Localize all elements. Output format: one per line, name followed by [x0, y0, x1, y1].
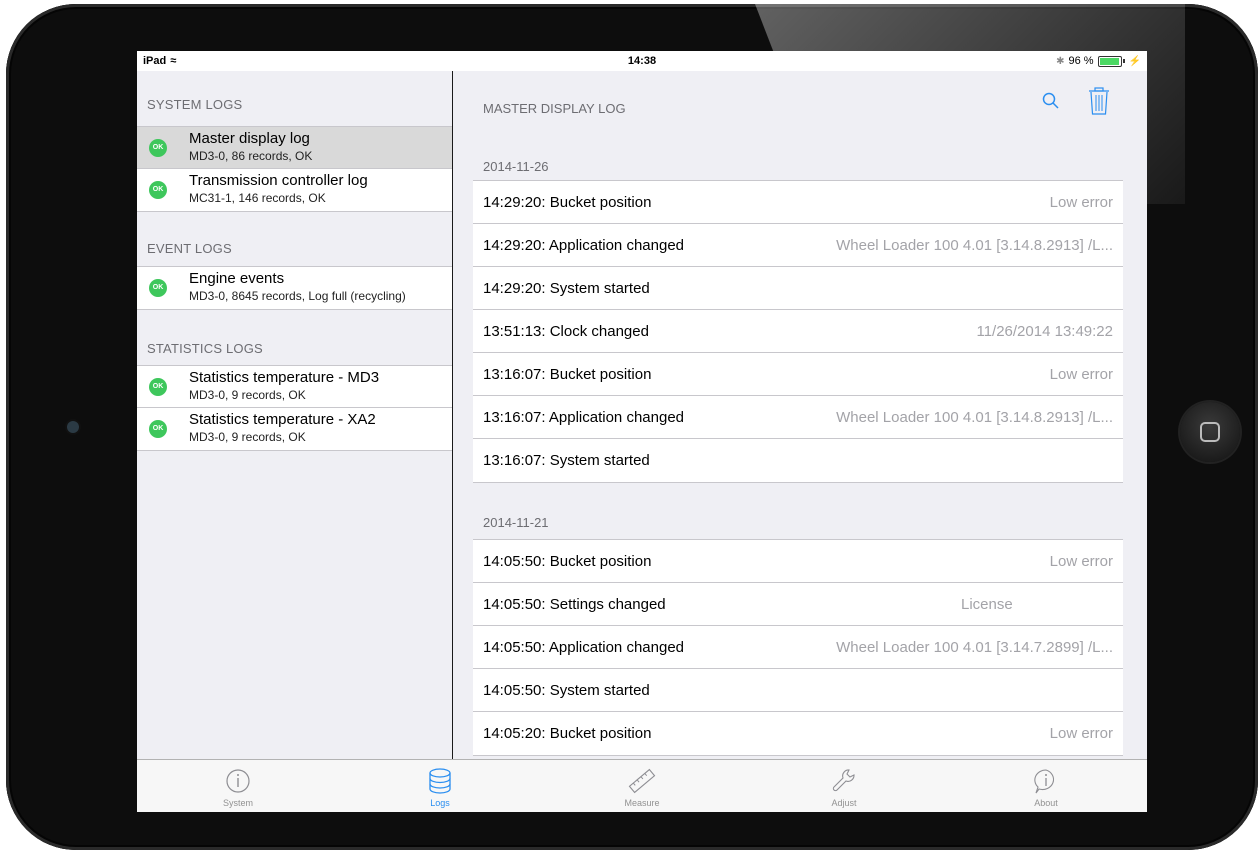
- section-header: EVENT LOGS: [147, 241, 232, 256]
- log-entry-row[interactable]: 14:05:20: Bucket position Low error: [473, 712, 1123, 755]
- tab-label: About: [1034, 798, 1058, 808]
- log-entry-value: License: [961, 596, 1013, 613]
- battery-fill: [1099, 57, 1119, 65]
- log-entry-row[interactable]: 14:29:20: Bucket position Low error: [473, 181, 1123, 224]
- bluetooth-icon: ✱: [1056, 55, 1065, 67]
- battery-icon: [1097, 55, 1122, 67]
- log-list-item[interactable]: OK Statistics temperature - XA2 MD3-0, 9 r…: [137, 408, 452, 450]
- detail-pane: MASTER DISPLAY LOG 2014-11-26 14:29:20: B…: [453, 71, 1147, 759]
- ruler-icon: [628, 768, 656, 794]
- log-entry-value: Wheel Loader 100 4.01 [3.14.7.2899] /L..…: [836, 639, 1113, 656]
- log-title: Engine events: [189, 270, 285, 287]
- log-entry-value: Low error: [1049, 553, 1113, 570]
- ok-status-icon: OK: [149, 420, 167, 438]
- home-square-icon: [1200, 422, 1220, 442]
- section-header: SYSTEM LOGS: [147, 97, 243, 112]
- log-list-item[interactable]: OK Engine events MD3-0, 8645 records, Log …: [137, 267, 452, 309]
- log-entry-text: 13:16:07: System started: [483, 452, 650, 469]
- tab-bar: System Logs Measure Adjust About: [137, 759, 1147, 812]
- log-entry-value: Low error: [1049, 194, 1113, 211]
- detail-title: MASTER DISPLAY LOG: [483, 101, 626, 116]
- log-entry-list: 14:29:20: Bucket position Low error 14:29:…: [473, 180, 1123, 483]
- tab-logs[interactable]: Logs: [339, 760, 541, 812]
- log-subtitle: MC31-1, 146 records, OK: [189, 191, 326, 205]
- log-list-item[interactable]: OK Master display log MD3-0, 86 records, O…: [137, 127, 452, 169]
- log-subtitle: MD3-0, 9 records, OK: [189, 388, 306, 402]
- date-header: 2014-11-21: [483, 515, 549, 530]
- log-list-item[interactable]: OK Statistics temperature - MD3 MD3-0, 9 r…: [137, 366, 452, 408]
- sidebar: SYSTEM LOGS OK Master display log MD3-0, 86…: [137, 71, 453, 759]
- log-entry-value: Wheel Loader 100 4.01 [3.14.8.2913] /L..…: [836, 237, 1113, 254]
- battery-percent: 96 %: [1068, 55, 1094, 67]
- wrench-icon: [832, 769, 855, 792]
- charging-icon: ⚡: [1128, 55, 1141, 67]
- log-list: OK Statistics temperature - MD3 MD3-0, 9 r…: [137, 365, 452, 451]
- log-entry-text: 14:05:50: Settings changed: [483, 596, 666, 613]
- log-entry-text: 13:16:07: Bucket position: [483, 366, 652, 383]
- tab-adjust[interactable]: Adjust: [743, 760, 945, 812]
- database-icon: [429, 768, 451, 794]
- log-entry-list: 14:05:50: Bucket position Low error 14:05:…: [473, 539, 1123, 756]
- section-header: STATISTICS LOGS: [147, 341, 263, 356]
- info-bubble-icon: [1034, 769, 1055, 794]
- log-entry-row[interactable]: 13:51:13: Clock changed 11/26/2014 13:49:…: [473, 310, 1123, 353]
- date-header: 2014-11-26: [483, 159, 549, 174]
- trash-icon[interactable]: [1087, 87, 1111, 115]
- info-circle-icon: [226, 769, 250, 793]
- log-entry-row[interactable]: 14:29:20: System started: [473, 267, 1123, 310]
- log-list: OK Engine events MD3-0, 8645 records, Log …: [137, 266, 452, 310]
- search-icon[interactable]: [1041, 91, 1061, 111]
- tab-system[interactable]: System: [137, 760, 339, 812]
- tab-label: Logs: [430, 798, 450, 808]
- ok-status-icon: OK: [149, 139, 167, 157]
- tab-measure[interactable]: Measure: [541, 760, 743, 812]
- front-camera: [67, 421, 79, 433]
- log-entry-text: 14:05:50: Bucket position: [483, 553, 652, 570]
- tab-about[interactable]: About: [945, 760, 1147, 812]
- status-right: ✱ 96 % ⚡: [1056, 55, 1141, 67]
- log-entry-value: Wheel Loader 100 4.01 [3.14.8.2913] /L..…: [836, 409, 1113, 426]
- log-entry-text: 14:05:50: System started: [483, 682, 650, 699]
- log-entry-text: 14:29:20: System started: [483, 280, 650, 297]
- log-entry-value: Low error: [1049, 366, 1113, 383]
- log-entry-row[interactable]: 14:05:50: Application changed Wheel Loade…: [473, 626, 1123, 669]
- log-subtitle: MD3-0, 9 records, OK: [189, 430, 306, 444]
- log-entry-row[interactable]: 14:05:50: System started: [473, 669, 1123, 712]
- log-title: Transmission controller log: [189, 172, 368, 189]
- tab-label: System: [222, 798, 253, 808]
- log-entry-row[interactable]: 14:29:20: Application changed Wheel Loade…: [473, 224, 1123, 267]
- tab-label: Measure: [624, 798, 660, 808]
- log-entry-row[interactable]: 14:05:50: Bucket position Low error: [473, 540, 1123, 583]
- tab-label: Adjust: [831, 798, 857, 808]
- status-bar: iPad ≈ 14:38 ✱ 96 % ⚡: [137, 51, 1147, 71]
- log-entry-text: 14:05:20: Bucket position: [483, 725, 652, 742]
- ok-status-icon: OK: [149, 181, 167, 199]
- log-entry-text: 14:29:20: Application changed: [483, 237, 684, 254]
- log-entry-value: 11/26/2014 13:49:22: [976, 323, 1113, 340]
- ok-status-icon: OK: [149, 279, 167, 297]
- log-entry-text: 13:16:07: Application changed: [483, 409, 684, 426]
- log-entry-row[interactable]: 13:16:07: Bucket position Low error: [473, 353, 1123, 396]
- log-title: Master display log: [189, 130, 310, 147]
- log-subtitle: MD3-0, 86 records, OK: [189, 149, 313, 163]
- log-entry-value: Low error: [1049, 725, 1113, 742]
- log-entry-text: 14:29:20: Bucket position: [483, 194, 652, 211]
- home-button[interactable]: [1180, 402, 1240, 462]
- log-entry-row[interactable]: 14:05:50: Settings changed License: [473, 583, 1123, 626]
- log-title: Statistics temperature - MD3: [189, 369, 380, 386]
- screen: iPad ≈ 14:38 ✱ 96 % ⚡ SYSTEM LOGS OK Master…: [137, 51, 1147, 812]
- log-entry-row[interactable]: 13:16:07: System started: [473, 439, 1123, 482]
- log-entry-text: 13:51:13: Clock changed: [483, 323, 649, 340]
- log-list-item[interactable]: OK Transmission controller log MC31-1, 146…: [137, 169, 452, 211]
- log-entry-text: 14:05:50: Application changed: [483, 639, 684, 656]
- ok-status-icon: OK: [149, 378, 167, 396]
- log-entry-row[interactable]: 13:16:07: Application changed Wheel Loade…: [473, 396, 1123, 439]
- status-time: 14:38: [627, 55, 657, 67]
- log-list: OK Master display log MD3-0, 86 records, O…: [137, 126, 452, 212]
- log-title: Statistics temperature - XA2: [189, 411, 376, 428]
- log-subtitle: MD3-0, 8645 records, Log full (recycling…: [189, 289, 406, 303]
- battery-tip: [1122, 59, 1125, 63]
